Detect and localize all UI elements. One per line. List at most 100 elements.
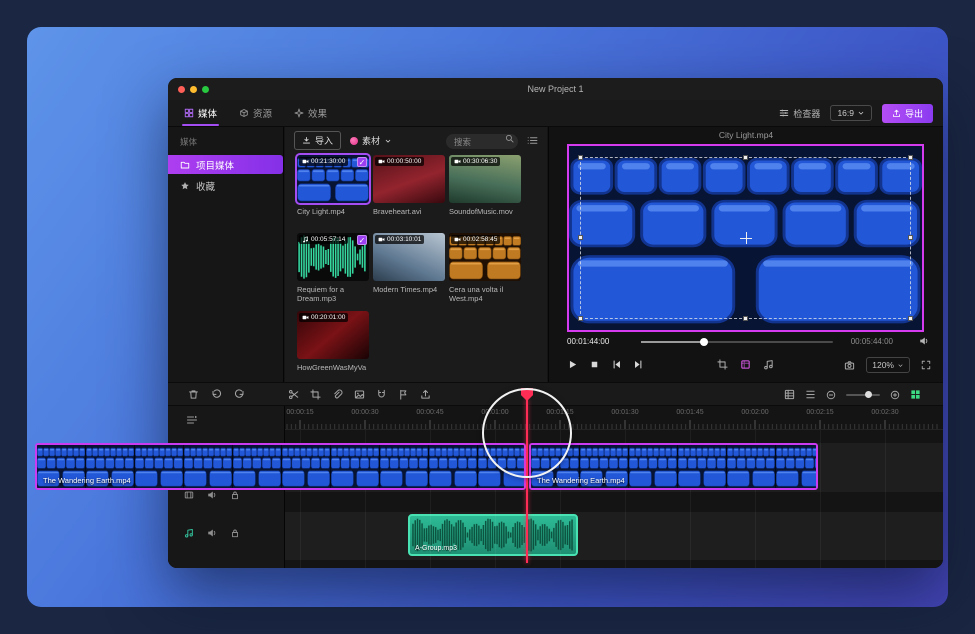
import-button[interactable]: 导入 bbox=[294, 131, 341, 150]
selected-checkbox[interactable]: ✓ bbox=[357, 157, 367, 167]
crop-handle[interactable] bbox=[908, 316, 913, 321]
time-ruler[interactable]: 00:00:1500:00:3000:00:4500:01:0000:01:15… bbox=[285, 406, 943, 430]
preview-zoom-select[interactable]: 120% bbox=[866, 357, 910, 373]
timeline-clip-video-1[interactable]: The Wandering Earth.mp4 bbox=[35, 443, 526, 490]
step-forward-icon[interactable] bbox=[633, 359, 644, 370]
media-item[interactable]: 00:02:58:45Cera una volta il West.mp4 bbox=[449, 233, 521, 303]
audio-track-mute-icon[interactable] bbox=[207, 528, 217, 538]
tab-resources[interactable]: 资源 bbox=[237, 100, 274, 126]
media-item[interactable]: 00:20:01:00 HowGreenWasMyVa bbox=[297, 311, 369, 372]
step-back-icon[interactable] bbox=[611, 359, 622, 370]
track-manage-icon[interactable] bbox=[186, 414, 198, 426]
scrubber[interactable] bbox=[641, 341, 833, 343]
image-icon[interactable] bbox=[354, 389, 365, 400]
crop-handle[interactable] bbox=[743, 316, 748, 321]
video-track-mute-icon[interactable] bbox=[207, 490, 217, 500]
tab-media[interactable]: 媒体 bbox=[182, 100, 219, 126]
play-icon[interactable] bbox=[567, 359, 578, 370]
trash-icon[interactable] bbox=[188, 389, 199, 400]
duration-badge: 00:02:58:45 bbox=[451, 235, 500, 244]
media-item[interactable]: 00:03:10:01Modern Times.mp4 bbox=[373, 233, 445, 294]
redo-icon[interactable] bbox=[234, 389, 245, 400]
crop-handle[interactable] bbox=[908, 235, 913, 240]
ruler-label: 00:01:15 bbox=[546, 409, 573, 416]
duration-badge: 00:00:50:00 bbox=[375, 157, 424, 166]
ruler-label: 00:01:45 bbox=[676, 409, 703, 416]
magnet-icon[interactable] bbox=[376, 389, 387, 400]
video-track-icon bbox=[184, 490, 194, 500]
crop-tool-icon[interactable] bbox=[717, 359, 728, 370]
duration-badge: 00:05:57:14 bbox=[299, 235, 348, 244]
attach-icon[interactable] bbox=[332, 389, 343, 400]
aspect-ratio-select[interactable]: 16:9 bbox=[830, 105, 872, 121]
crop-handle[interactable] bbox=[908, 155, 913, 160]
undo-icon[interactable] bbox=[211, 389, 222, 400]
sidebar-item-label: 项目媒体 bbox=[196, 158, 234, 172]
timeline-zoom-knob[interactable] bbox=[865, 391, 872, 398]
media-item[interactable]: 00:30:06:30SoundofMusic.mov bbox=[449, 155, 521, 216]
media-thumbnail: 00:02:58:45 bbox=[449, 233, 521, 281]
scissors-icon[interactable] bbox=[288, 389, 299, 400]
audio-tool-icon[interactable] bbox=[763, 359, 774, 370]
timeline-zoom-slider[interactable] bbox=[846, 394, 880, 396]
crop-handle[interactable] bbox=[743, 155, 748, 160]
tab-label: 效果 bbox=[308, 106, 327, 120]
snapshot-icon[interactable] bbox=[844, 360, 855, 371]
media-item[interactable]: 00:05:57:14✓Requiem for a Dream.mp3 bbox=[297, 233, 369, 303]
main-tabbar: 媒体资源 效果 检查器 16:9 导出 bbox=[168, 100, 943, 127]
marker-icon[interactable] bbox=[398, 389, 409, 400]
audio-track-lane[interactable] bbox=[285, 512, 943, 560]
volume-icon[interactable] bbox=[919, 336, 929, 346]
sidebar-item-project-media[interactable]: 项目媒体 bbox=[168, 155, 283, 174]
crop-box[interactable] bbox=[580, 157, 911, 319]
preview-clip-title: City Light.mp4 bbox=[549, 127, 943, 143]
timeline-clip-audio[interactable]: A-Group.mp3 bbox=[408, 514, 578, 556]
export-up-icon[interactable] bbox=[420, 389, 431, 400]
reframe-icon[interactable] bbox=[740, 359, 751, 370]
filmstrip-frame bbox=[331, 445, 380, 488]
playhead[interactable] bbox=[526, 399, 528, 563]
media-item[interactable]: 00:00:50:00Braveheart.avi bbox=[373, 155, 445, 216]
export-label: 导出 bbox=[905, 107, 923, 120]
folder-icon bbox=[180, 160, 190, 170]
media-item[interactable]: 00:21:30:00✓City Light.mp4 bbox=[297, 155, 369, 216]
audio-track-lock-icon[interactable] bbox=[230, 528, 240, 538]
export-icon bbox=[892, 109, 901, 118]
timeline-zoom-in-icon[interactable] bbox=[890, 390, 900, 400]
media-toolbar: 导入 素材 bbox=[285, 127, 547, 154]
preview-video[interactable] bbox=[567, 144, 924, 332]
media-thumbnail: 00:20:01:00 bbox=[297, 311, 369, 359]
timeline-zoom-out-icon[interactable] bbox=[826, 390, 836, 400]
media-item-name: HowGreenWasMyVa bbox=[297, 363, 369, 372]
media-thumbnail: 00:00:50:00 bbox=[373, 155, 445, 203]
list-view-toggle[interactable] bbox=[527, 135, 538, 146]
stop-icon[interactable] bbox=[589, 359, 600, 370]
material-filter-dropdown[interactable]: 素材 bbox=[350, 134, 392, 147]
video-track-lock-icon[interactable] bbox=[230, 490, 240, 500]
tab-effects[interactable]: 效果 bbox=[292, 100, 329, 126]
export-button[interactable]: 导出 bbox=[882, 104, 933, 123]
scrubber-fill bbox=[641, 341, 704, 343]
ruler-label: 00:00:15 bbox=[286, 409, 313, 416]
fit-timeline-icon[interactable] bbox=[910, 389, 921, 400]
filmstrip-frame bbox=[380, 445, 429, 488]
effects-tab-icon bbox=[294, 108, 304, 118]
fullscreen-icon[interactable] bbox=[921, 360, 931, 370]
crop-handle[interactable] bbox=[578, 155, 583, 160]
grid-line bbox=[885, 430, 886, 568]
crop-handle[interactable] bbox=[578, 316, 583, 321]
timeline-clip-video-2[interactable]: The Wandering Earth.mp4 bbox=[529, 443, 818, 490]
ruler-label: 00:01:30 bbox=[611, 409, 638, 416]
audio-track-icon bbox=[184, 528, 194, 538]
inspector-button[interactable]: 检查器 bbox=[779, 107, 820, 120]
track-height-icon[interactable] bbox=[805, 389, 816, 400]
duration-badge: 00:21:30:00 bbox=[299, 157, 348, 166]
camera-icon bbox=[454, 236, 461, 243]
preview-panel: City Light.mp4 bbox=[548, 127, 943, 382]
crop-handle[interactable] bbox=[578, 235, 583, 240]
crop-icon[interactable] bbox=[310, 389, 321, 400]
sidebar-item-favorites[interactable]: 收藏 bbox=[168, 176, 283, 195]
track-view-icon[interactable] bbox=[784, 389, 795, 400]
selected-checkbox[interactable]: ✓ bbox=[357, 235, 367, 245]
scrubber-knob[interactable] bbox=[700, 338, 708, 346]
